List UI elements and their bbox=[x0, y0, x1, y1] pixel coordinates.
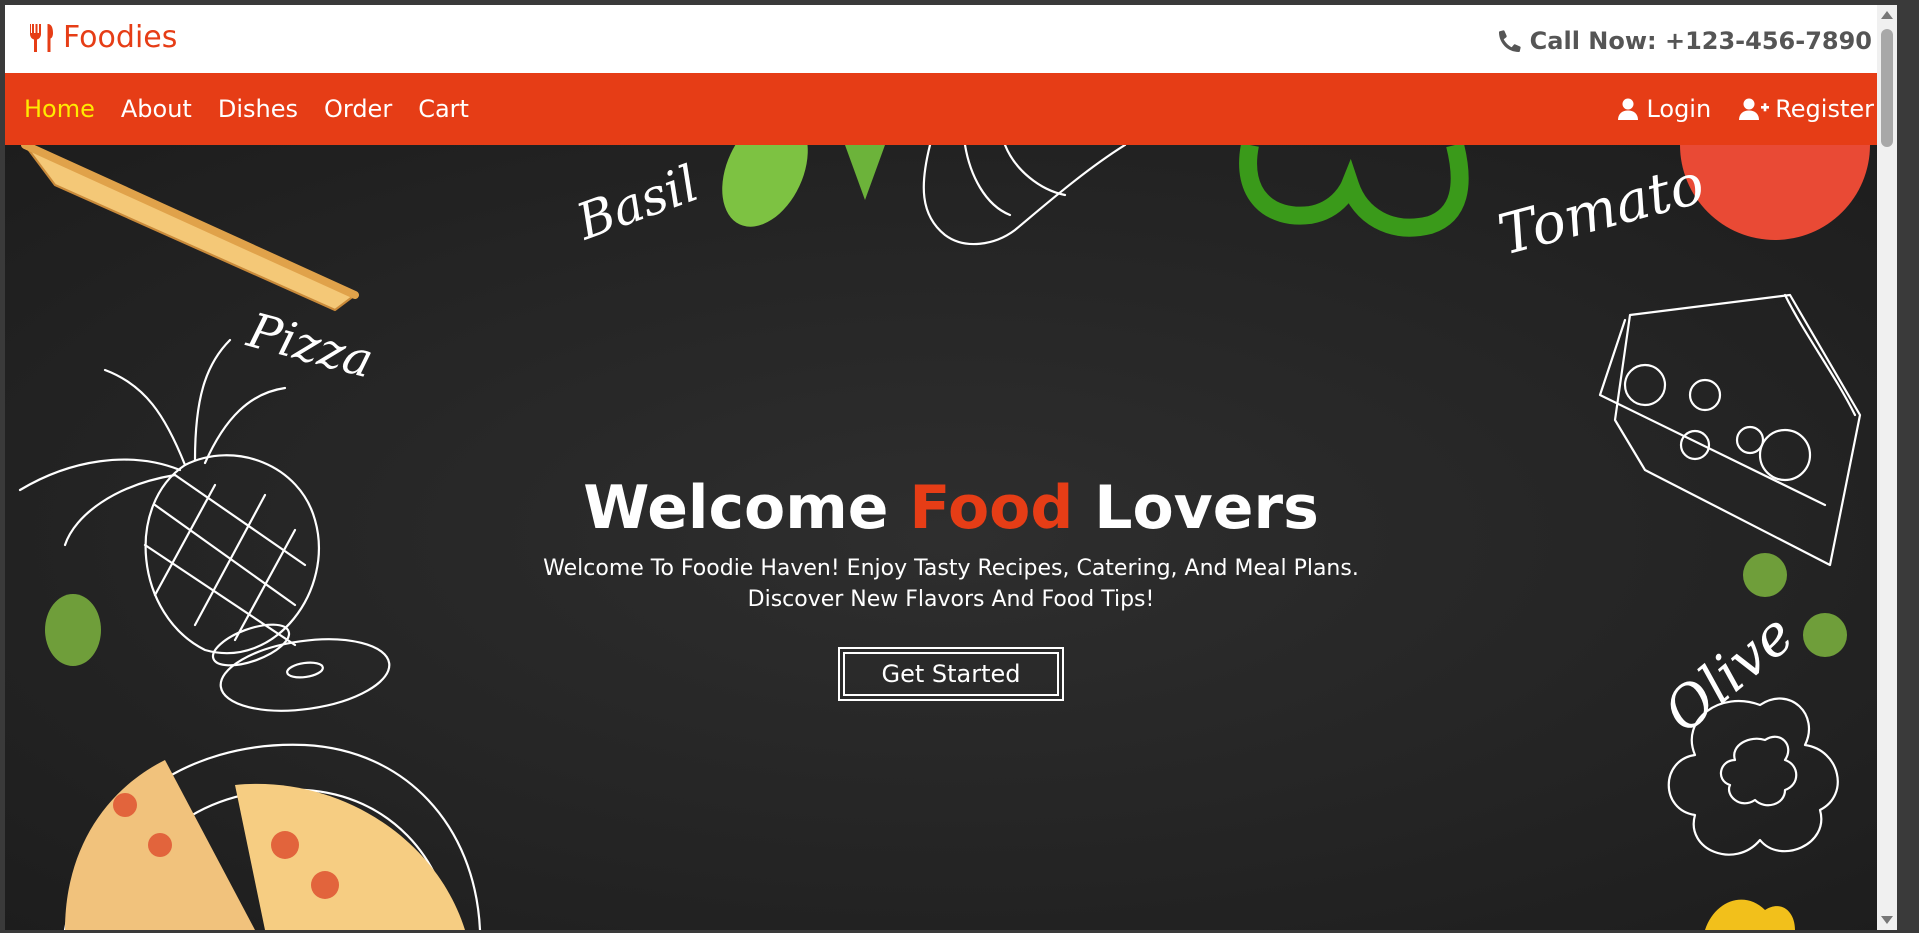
doodle-label-pizza: Pizza bbox=[241, 302, 379, 389]
login-label: Login bbox=[1646, 95, 1712, 123]
scroll-down-arrow-icon[interactable] bbox=[1881, 916, 1893, 924]
register-label: Register bbox=[1775, 95, 1874, 123]
hero-section: Basil Pizza Tomato Olive Welcome Food Lo… bbox=[5, 145, 1897, 930]
auth-links: Login Register bbox=[1588, 73, 1874, 145]
top-bar: Foodies Call Now: +123-456-7890 bbox=[5, 5, 1897, 73]
doodle-label-basil: Basil bbox=[568, 154, 705, 251]
nav-item-order[interactable]: Order bbox=[324, 95, 392, 123]
hero-content: Welcome Food Lovers Welcome To Foodie Ha… bbox=[5, 473, 1897, 701]
hero-title: Welcome Food Lovers bbox=[5, 473, 1897, 543]
call-now[interactable]: Call Now: +123-456-7890 bbox=[1498, 27, 1872, 55]
browser-window: Foodies Call Now: +123-456-7890 Home Abo… bbox=[5, 5, 1897, 930]
vertical-scrollbar[interactable] bbox=[1877, 5, 1897, 930]
phone-icon bbox=[1498, 29, 1522, 53]
user-icon bbox=[1616, 97, 1640, 121]
utensils-icon bbox=[28, 22, 55, 54]
doodle-label-tomato: Tomato bbox=[1492, 152, 1711, 269]
hero-subtitle: Welcome To Foodie Haven! Enjoy Tasty Rec… bbox=[5, 553, 1897, 615]
scrollbar-thumb[interactable] bbox=[1881, 29, 1893, 147]
nav-item-about[interactable]: About bbox=[121, 95, 192, 123]
scroll-up-arrow-icon[interactable] bbox=[1881, 11, 1893, 19]
call-now-label: Call Now: +123-456-7890 bbox=[1529, 27, 1872, 55]
nav-item-dishes[interactable]: Dishes bbox=[218, 95, 298, 123]
register-link[interactable]: Register bbox=[1739, 95, 1874, 123]
hero-title-end: Lovers bbox=[1073, 473, 1319, 543]
brand-name: Foodies bbox=[63, 20, 178, 55]
login-link[interactable]: Login bbox=[1616, 95, 1711, 123]
user-plus-icon bbox=[1739, 97, 1770, 121]
get-started-frame: Get Started bbox=[838, 647, 1064, 701]
nav-item-home[interactable]: Home bbox=[24, 95, 95, 123]
nav-links: Home About Dishes Order Cart bbox=[24, 73, 495, 145]
hero-subtitle-line1: Welcome To Foodie Haven! Enjoy Tasty Rec… bbox=[543, 556, 1359, 581]
hero-title-start: Welcome bbox=[583, 473, 910, 543]
nav-item-cart[interactable]: Cart bbox=[418, 95, 469, 123]
get-started-button[interactable]: Get Started bbox=[843, 652, 1059, 696]
hero-subtitle-line2: Discover New Flavors And Food Tips! bbox=[747, 587, 1155, 612]
hero-title-accent: Food bbox=[909, 473, 1074, 543]
brand-logo[interactable]: Foodies bbox=[28, 20, 177, 55]
main-nav: Home About Dishes Order Cart Login Regis… bbox=[5, 73, 1897, 145]
